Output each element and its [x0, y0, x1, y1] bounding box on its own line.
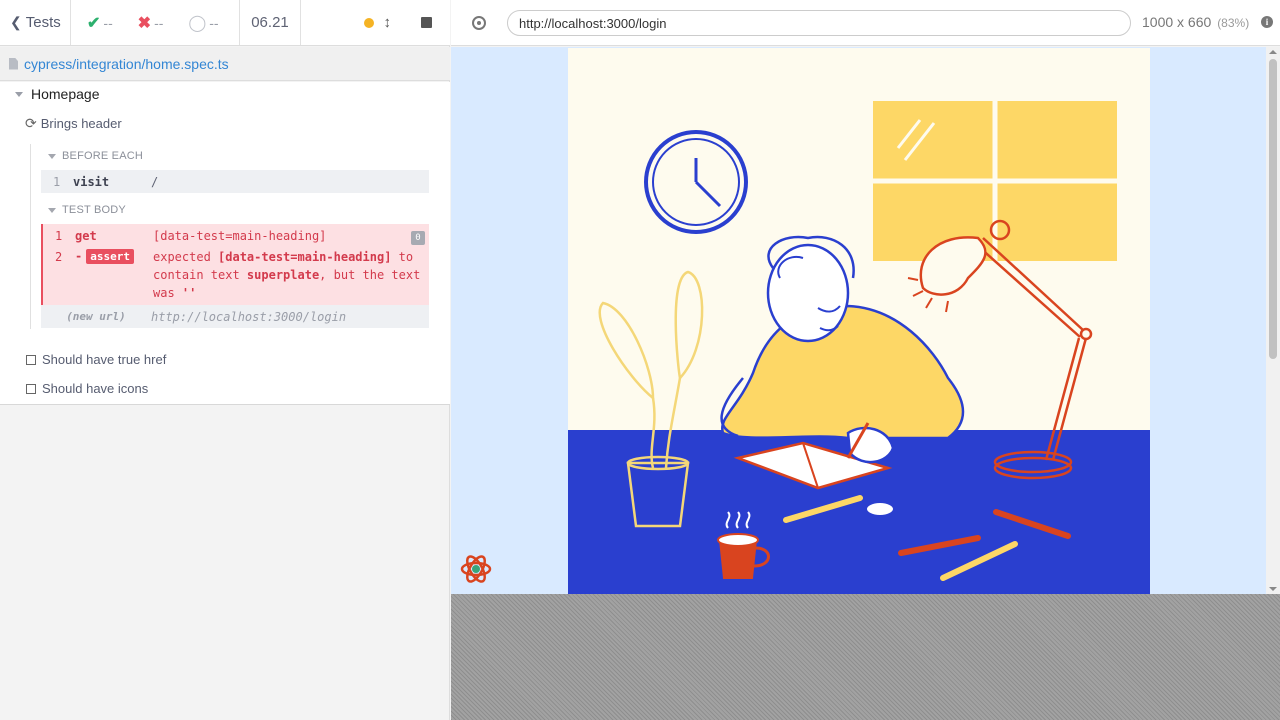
- test-should-have-true-href[interactable]: Should have true href: [26, 352, 166, 367]
- suite-homepage[interactable]: Homepage: [15, 86, 100, 102]
- command-name: get: [75, 229, 97, 243]
- running-dot-icon: [363, 17, 374, 28]
- react-logo-icon[interactable]: [459, 552, 493, 586]
- viewport-dimensions: 1000 x 660: [1142, 14, 1212, 30]
- chevron-left-icon: ❮: [10, 14, 22, 30]
- suite-title: Homepage: [31, 86, 100, 102]
- pending-value: --: [209, 14, 219, 31]
- spec-file-link[interactable]: cypress/integration/home.spec.ts: [24, 56, 229, 72]
- passed-value: --: [103, 14, 113, 31]
- viewport-size: 1000 x 660 (83%): [1142, 14, 1249, 30]
- command-name: (new url): [66, 310, 126, 323]
- passed-count: ✔ --: [87, 13, 138, 33]
- command-name: - assert: [75, 249, 153, 264]
- test-title: Should have true href: [42, 352, 167, 367]
- reporter-toolbar: ❮ Tests ✔ -- ✖ -- ◯ -- 06.21 ↕: [0, 0, 450, 46]
- assert-badge: assert: [86, 249, 134, 264]
- element-count-badge: 0: [411, 231, 425, 245]
- assert-selector: [data-test=main-heading]: [218, 250, 392, 264]
- refresh-icon: ⟳: [25, 115, 37, 131]
- hook-before-each[interactable]: BEFORE EACH: [48, 150, 143, 162]
- duration-value: 06.21: [251, 14, 289, 31]
- test-brings-header[interactable]: ⟳ Brings header: [25, 115, 122, 132]
- tests-back-button[interactable]: ❮ Tests: [0, 0, 71, 45]
- hook-title-label: BEFORE EACH: [62, 150, 144, 162]
- test-should-have-icons[interactable]: Should have icons: [26, 381, 148, 396]
- command-get[interactable]: 1 get [data-test=main-heading] 0: [43, 227, 429, 245]
- scroll-up-icon[interactable]: [1269, 50, 1277, 54]
- info-icon[interactable]: i: [1261, 16, 1273, 28]
- command-assert[interactable]: 2 - assert expected [data-test=main-headi…: [43, 248, 429, 302]
- assert-prefix: -: [75, 249, 83, 263]
- command-visit[interactable]: 1 visit /: [41, 170, 429, 193]
- resize-arrows-icon[interactable]: ↕: [384, 14, 392, 31]
- reporter-panel: ❮ Tests ✔ -- ✖ -- ◯ -- 06.21 ↕ cypress/i…: [0, 0, 450, 720]
- scroll-down-icon[interactable]: [1269, 587, 1277, 591]
- pending-count: ◯ --: [188, 13, 239, 33]
- aut-header: http://localhost:3000/login 1000 x 660 (…: [451, 0, 1280, 46]
- hook-title-label: TEST BODY: [62, 204, 126, 216]
- command-name: visit: [73, 174, 110, 189]
- url-bar[interactable]: http://localhost:3000/login: [507, 10, 1131, 36]
- command-new-url[interactable]: (new url) http://localhost:3000/login: [41, 305, 429, 328]
- studying-illustration: [568, 48, 1150, 594]
- chevron-down-icon: [48, 207, 56, 213]
- aut-scrollbar[interactable]: [1266, 47, 1280, 594]
- failed-value: --: [154, 14, 164, 31]
- x-icon: ✖: [137, 14, 152, 32]
- aut-empty-area: [451, 594, 1280, 720]
- assert-actual: '': [181, 286, 197, 300]
- chevron-down-icon: [48, 153, 56, 159]
- assert-text: expected: [153, 250, 219, 264]
- assert-message: expected [data-test=main-heading] to con…: [153, 248, 429, 302]
- runnables-list: Homepage ⟳ Brings header BEFORE EACH TES…: [0, 82, 450, 405]
- hook-test-body[interactable]: TEST BODY: [48, 204, 126, 216]
- aut-iframe: [451, 47, 1280, 594]
- checkbox-icon: [26, 354, 36, 365]
- scrollbar-thumb[interactable]: [1269, 59, 1277, 359]
- test-title: Should have icons: [42, 381, 149, 396]
- test-stats: ✔ -- ✖ -- ◯ --: [71, 0, 240, 45]
- test-title: Brings header: [40, 116, 122, 131]
- failed-count: ✖ --: [138, 13, 189, 33]
- stop-icon[interactable]: [421, 17, 432, 28]
- command-number: 2: [55, 250, 63, 264]
- chevron-down-icon: [15, 91, 23, 97]
- command-number: 1: [55, 229, 63, 243]
- command-number: 1: [53, 174, 61, 189]
- command-message: /: [151, 174, 159, 189]
- assert-expected: superplate: [246, 268, 320, 282]
- run-controls: ↕: [301, 0, 450, 45]
- spec-file-bar: cypress/integration/home.spec.ts: [0, 47, 450, 81]
- tests-label: Tests: [25, 14, 61, 31]
- target-icon[interactable]: [472, 15, 486, 30]
- command-message: [data-test=main-heading]: [153, 229, 327, 243]
- run-duration: 06.21: [240, 0, 301, 45]
- check-icon: ✔: [87, 14, 101, 32]
- command-message: http://localhost:3000/login: [151, 309, 347, 324]
- viewport-scale: (83%): [1217, 16, 1250, 30]
- file-icon: [9, 57, 18, 70]
- spinner-icon: ◯: [188, 14, 207, 32]
- url-text: http://localhost:3000/login: [519, 15, 667, 31]
- failed-commands-block: 1 get [data-test=main-heading] 0 2 - asse…: [41, 224, 429, 305]
- checkbox-icon: [26, 383, 36, 394]
